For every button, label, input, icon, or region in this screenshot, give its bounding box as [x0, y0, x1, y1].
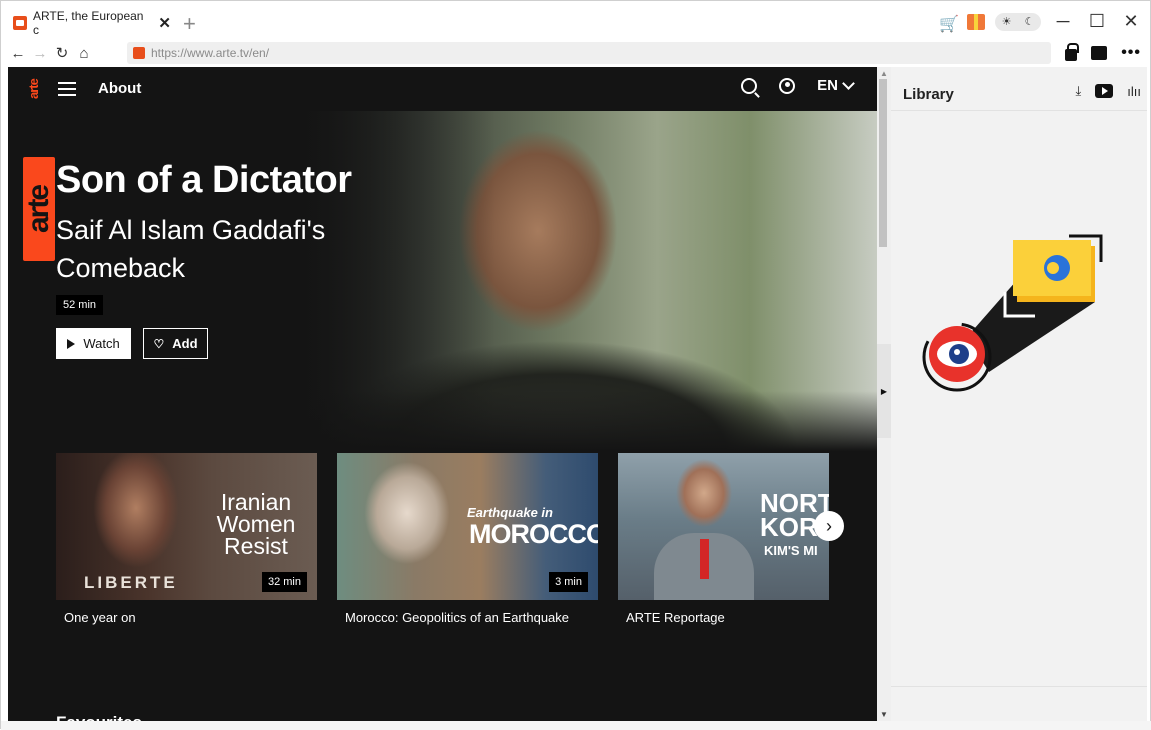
hero-title[interactable]: Son of a Dictator — [56, 159, 352, 202]
cart-icon[interactable]: 🛒 — [939, 14, 959, 33]
chevron-down-icon — [842, 76, 855, 90]
carousel-next-icon[interactable]: › — [814, 511, 844, 541]
home-icon[interactable]: ⌂ — [73, 45, 95, 62]
thumbnail-text: Iranian Women Resist — [216, 489, 296, 559]
video-card[interactable]: NORT KORE KIM'S MI ARTE Reportage — [618, 453, 829, 625]
thumbnail-text: MOROCCO — [469, 519, 598, 549]
thumbnail-shirt-text: LIBERTE — [84, 573, 178, 592]
hero-duration-badge: 52 min — [56, 295, 104, 315]
hero-subtitle: Saif Al Islam Gaddafi's Comeback — [56, 215, 326, 283]
close-tab-icon[interactable]: ✕ — [158, 14, 171, 32]
site-header: arte About EN — [8, 67, 877, 111]
minimize-button[interactable]: ─ — [1051, 11, 1075, 32]
video-carousel: Iranian Women Resist LIBERTE 32 min One … — [56, 453, 877, 643]
about-link[interactable]: About — [98, 80, 141, 97]
library-title: Library — [903, 86, 954, 103]
add-button[interactable]: ♡ Add — [143, 328, 208, 359]
section-title: Favourites — [56, 713, 142, 721]
add-label: Add — [172, 336, 198, 351]
library-panel: Library ⤓ ılıı — [891, 67, 1147, 721]
theme-toggle[interactable]: ☀ ☾ — [995, 12, 1041, 31]
video-icon[interactable] — [1095, 84, 1114, 98]
site-favicon-icon — [133, 47, 145, 59]
address-bar-actions: ••• — [1065, 41, 1141, 65]
video-card[interactable]: Iranian Women Resist LIBERTE 32 min One … — [56, 453, 317, 625]
header-actions: EN — [741, 76, 855, 94]
maximize-button[interactable]: ☐ — [1085, 11, 1109, 32]
scroll-down-icon[interactable]: ▼ — [880, 710, 888, 719]
search-icon[interactable] — [741, 77, 758, 94]
reload-icon[interactable]: ↻ — [51, 44, 73, 62]
video-title[interactable]: One year on — [64, 610, 317, 625]
hamburger-menu-icon[interactable] — [58, 82, 76, 96]
watch-button[interactable]: Watch — [56, 328, 131, 359]
duration-badge: 32 min — [261, 572, 307, 592]
scroll-up-icon[interactable]: ▲ — [880, 69, 888, 78]
tab-arte[interactable]: ARTE, the European c ✕ — [13, 9, 171, 37]
web-content: arte Son of a Dictator Saif Al Islam Gad… — [8, 67, 877, 721]
heart-icon: ♡ — [153, 336, 165, 351]
address-row: ← → ↻ ⌂ https://www.arte.tv/en/ ••• — [7, 41, 1147, 65]
video-thumbnail[interactable]: NORT KORE KIM'S MI — [618, 453, 829, 600]
gift-icon[interactable] — [967, 13, 985, 30]
sun-icon: ☀ — [1001, 16, 1012, 28]
tab-title: ARTE, the European c — [32, 9, 144, 37]
language-label: EN — [817, 77, 838, 94]
panel-collapse-button[interactable]: ▶ — [877, 344, 891, 438]
more-menu-icon[interactable]: ••• — [1121, 44, 1141, 62]
moon-icon: ☾ — [1024, 16, 1035, 28]
library-header: Library ⤓ ılıı — [891, 67, 1147, 111]
arte-favicon-icon — [13, 16, 27, 30]
empty-library-illustration — [922, 234, 1103, 392]
watch-label: Watch — [83, 336, 120, 351]
video-title[interactable]: ARTE Reportage — [626, 610, 829, 625]
new-tab-button[interactable]: + — [183, 11, 196, 37]
forward-icon[interactable]: → — [29, 45, 51, 62]
address-bar[interactable]: https://www.arte.tv/en/ — [127, 42, 1051, 64]
user-account-icon[interactable] — [779, 77, 796, 94]
library-actions: ⤓ ılıı — [1076, 83, 1141, 99]
extension-icon[interactable] — [1091, 46, 1108, 60]
scroll-thumb[interactable] — [879, 79, 887, 247]
back-icon[interactable]: ← — [7, 45, 29, 62]
arte-hero-logo: arte — [22, 157, 55, 261]
hero-section: arte Son of a Dictator Saif Al Islam Gad… — [8, 111, 877, 451]
thumbnail-caption: Earthquake in — [467, 505, 553, 520]
thumbnail-caption: KIM'S MI — [764, 543, 818, 558]
tab-bar: ARTE, the European c ✕ + 🛒 ☀ ☾ ─ ☐ ✕ — [7, 7, 1147, 39]
url-text: https://www.arte.tv/en/ — [151, 46, 270, 60]
video-thumbnail[interactable]: Iranian Women Resist LIBERTE 32 min — [56, 453, 317, 600]
download-icon[interactable]: ⤓ — [1076, 83, 1082, 99]
close-window-button[interactable]: ✕ — [1119, 11, 1143, 32]
play-icon — [67, 338, 76, 349]
video-thumbnail[interactable]: Earthquake in MOROCCO 3 min — [337, 453, 598, 600]
browser-window: ARTE, the European c ✕ + 🛒 ☀ ☾ ─ ☐ ✕ ← →… — [0, 0, 1151, 730]
video-title[interactable]: Morocco: Geopolitics of an Earthquake — [345, 610, 598, 625]
arte-logo[interactable]: arte — [26, 69, 42, 109]
language-selector[interactable]: EN — [817, 76, 855, 94]
video-card[interactable]: Earthquake in MOROCCO 3 min Morocco: Geo… — [337, 453, 598, 625]
duration-badge: 3 min — [549, 572, 588, 592]
audio-wave-icon[interactable]: ılıı — [1127, 84, 1141, 99]
window-controls: 🛒 ☀ ☾ ─ ☐ ✕ — [939, 11, 1143, 33]
lock-icon[interactable] — [1065, 43, 1080, 61]
